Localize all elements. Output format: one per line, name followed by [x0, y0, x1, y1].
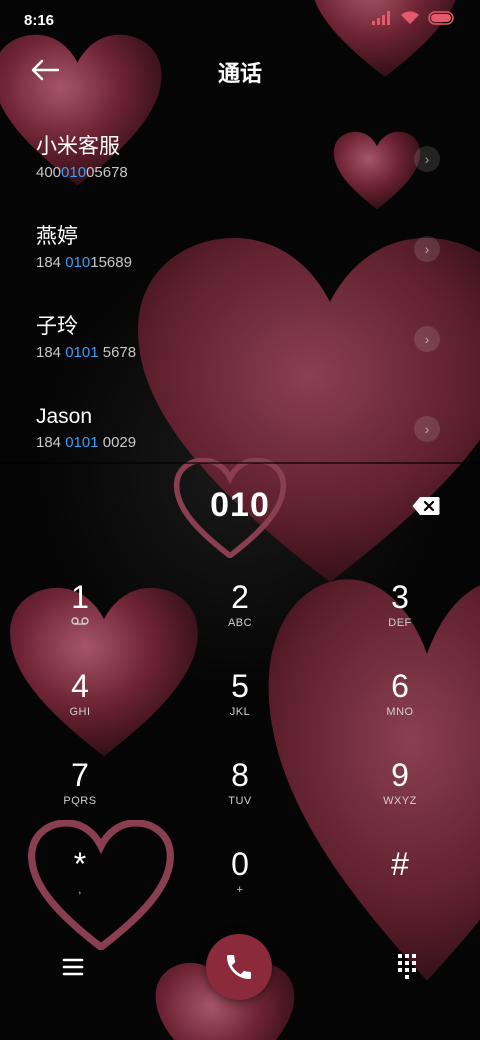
key-8[interactable]: 8 TUV: [160, 748, 320, 837]
number-display: 010: [0, 480, 480, 536]
key-7[interactable]: 7 PQRS: [0, 748, 160, 837]
key-2[interactable]: 2 ABC: [160, 570, 320, 659]
key-1[interactable]: 1: [0, 570, 160, 659]
key-letters: PQRS: [63, 795, 97, 807]
key-letters: DEF: [388, 617, 412, 629]
phone-icon: [227, 955, 251, 979]
dial-keypad: 1 2 ABC 3 DEF 4 GHI 5 JKL 6 MNO 7 PQRS 8 TUV 9 W…: [0, 570, 480, 926]
dialpad-toggle-button[interactable]: [396, 952, 418, 980]
contact-number: 184 0101 0029: [36, 434, 137, 451]
key-3[interactable]: 3 DEF: [320, 570, 480, 659]
page-title: 通话: [217, 61, 262, 86]
key-letters: +: [236, 884, 244, 896]
key-digit: 8: [231, 757, 249, 793]
key-digit: 5: [231, 668, 249, 704]
key-digit: 3: [391, 579, 409, 615]
key-digit: #: [391, 846, 409, 882]
key-digit: *: [73, 846, 87, 882]
chevron-right-icon[interactable]: ›: [414, 326, 440, 352]
contact-number: 40001005678: [36, 164, 128, 181]
call-button[interactable]: [206, 934, 272, 1000]
dialed-number[interactable]: 010: [0, 486, 480, 525]
voicemail-icon: [71, 616, 89, 630]
key-letters: ,: [78, 884, 82, 896]
menu-icon: [62, 958, 84, 976]
divider: [0, 462, 480, 464]
key-letters: JKL: [229, 706, 251, 718]
key-letters: WXYZ: [383, 795, 417, 807]
key-letters: MNO: [386, 706, 414, 718]
contact-row[interactable]: Jason 184 0101 0029 ›: [0, 388, 480, 478]
key-digit: 4: [71, 668, 89, 704]
key-9[interactable]: 9 WXYZ: [320, 748, 480, 837]
contact-row[interactable]: 子玲 184 0101 5678 ›: [0, 298, 480, 388]
chevron-right-icon[interactable]: ›: [414, 416, 440, 442]
menu-button[interactable]: [58, 954, 88, 980]
bottom-bar: [0, 932, 480, 1002]
header: 通话: [0, 44, 480, 96]
wifi-icon: [400, 10, 420, 30]
contact-number: 184 01015689: [36, 254, 132, 271]
contact-row[interactable]: 燕婷 184 01015689 ›: [0, 208, 480, 298]
key-hash[interactable]: #: [320, 837, 480, 926]
chevron-right-icon[interactable]: ›: [414, 236, 440, 262]
contact-number: 184 0101 5678: [36, 344, 137, 361]
key-digit: 2: [231, 579, 249, 615]
battery-icon: [428, 10, 456, 30]
dialpad-icon: [398, 954, 416, 979]
key-5[interactable]: 5 JKL: [160, 659, 320, 748]
key-4[interactable]: 4 GHI: [0, 659, 160, 748]
signal-icon: [372, 10, 392, 30]
key-digit: 1: [71, 579, 89, 615]
key-digit: 9: [391, 757, 409, 793]
key-6[interactable]: 6 MNO: [320, 659, 480, 748]
key-digit: 7: [71, 757, 89, 793]
chevron-right-icon[interactable]: ›: [414, 146, 440, 172]
key-star[interactable]: *,: [0, 837, 160, 926]
backspace-button[interactable]: [412, 496, 440, 516]
key-0[interactable]: 0 +: [160, 837, 320, 926]
contact-list: 小米客服 40001005678 › 燕婷 184 01015689 › 子玲 …: [0, 118, 480, 478]
status-time: 8:16: [24, 11, 55, 29]
contact-row[interactable]: 小米客服 40001005678 ›: [0, 118, 480, 208]
key-digit: 6: [391, 668, 409, 704]
status-bar: 8:16: [0, 0, 480, 40]
key-letters: ABC: [227, 617, 253, 629]
key-letters: TUV: [228, 795, 252, 807]
backspace-icon: [412, 497, 440, 515]
key-digit: 0: [231, 846, 249, 882]
key-letters: GHI: [69, 706, 91, 718]
